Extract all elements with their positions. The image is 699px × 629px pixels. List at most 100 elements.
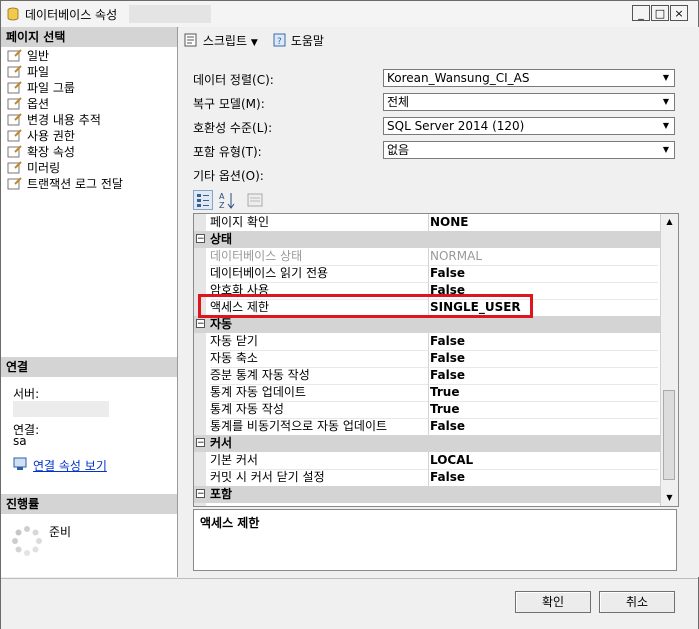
page-item-extended-properties[interactable]: 확장 속성 [5,144,123,160]
help-button[interactable]: ? 도움말 [273,32,324,49]
grid-scrollbar[interactable]: ▲ ▼ [660,214,678,506]
category-label: 자동 [210,317,233,331]
property-pages-icon[interactable] [245,190,265,210]
categorized-icon[interactable] [193,190,213,210]
close-button[interactable]: × [670,5,688,21]
compatibility-level-label: 호환성 수준(L): [193,121,273,135]
category-state[interactable]: − 상태 [194,231,660,248]
page-item-label: 파일 그룹 [27,81,75,95]
grid-row-db-readonly[interactable]: 데이터베이스 읽기 전용 False [194,265,660,283]
connection-header: 연결 [1,357,177,377]
grid-row-default-cursor[interactable]: 기본 커서 LOCAL [194,452,660,470]
property-name: 커밋 시 커서 닫기 설정 [210,469,429,487]
property-name: 통계를 비동기적으로 자동 업데이트 [210,418,429,436]
highlight-box [198,294,533,318]
database-icon [7,7,19,21]
scrollbar-thumb[interactable] [663,390,675,480]
chevron-down-icon: ▼ [662,121,670,130]
property-name: 기본 커서 [210,452,429,470]
svg-text:?: ? [277,37,282,47]
page-icon [7,65,22,78]
property-name: 통계 자동 작성 [210,401,429,419]
page-item-label: 미러링 [27,161,61,175]
collapse-icon: − [196,489,205,499]
maximize-button[interactable]: □ [651,5,669,21]
category-cursor[interactable]: − 커서 [194,435,660,452]
ok-button[interactable]: 확인 [515,591,591,613]
page-item-general[interactable]: 일반 [5,48,123,64]
server-value-redacted [13,401,109,417]
svg-text:Z: Z [219,201,225,210]
property-name: 데이터베이스 상태 [210,248,429,266]
category-containment[interactable]: − 포함 [194,486,660,503]
progress-spinner-icon [12,526,42,556]
property-name: 증분 통계 자동 작성 [210,367,429,385]
script-button[interactable]: 스크립트 ▼ [183,32,258,49]
page-item-filegroups[interactable]: 파일 그룹 [5,80,123,96]
recovery-model-select[interactable]: 전체 ▼ [383,93,675,111]
cancel-button[interactable]: 취소 [599,591,675,613]
containment-type-select[interactable]: 없음 ▼ [383,141,675,159]
connection-value: sa [13,434,27,448]
chevron-down-icon: ▼ [662,97,670,106]
page-item-change-tracking[interactable]: 변경 내용 추적 [5,112,123,128]
collation-select[interactable]: Korean_Wansung_CI_AS ▼ [383,69,675,87]
page-icon [7,49,22,62]
other-options-label: 기타 옵션(O): [193,169,264,183]
category-label: 포함 [210,487,233,501]
page-item-options[interactable]: 옵션 [5,96,123,112]
grid-row-auto-update-stats[interactable]: 통계 자동 업데이트 True [194,384,660,402]
grid-row-close-cursor-on-commit[interactable]: 커밋 시 커서 닫기 설정 False [194,469,660,487]
property-value: False [430,418,658,436]
grid-row-page-verify[interactable]: 페이지 확인 NONE [194,214,660,232]
connection-properties-icon [13,457,27,470]
page-icon [7,161,22,174]
page-icon [7,177,22,190]
page-item-mirroring[interactable]: 미러링 [5,160,123,176]
dropdown-arrow-icon: ▼ [250,38,258,48]
help-icon: ? [273,33,286,47]
property-value: NORMAL [430,248,658,266]
minimize-button[interactable]: _ [632,5,650,21]
recovery-model-label: 복구 모델(M): [193,97,265,111]
property-name: 페이지 확인 [210,214,429,232]
property-value: False [430,469,658,487]
compatibility-level-select[interactable]: SQL Server 2014 (120) ▼ [383,117,675,135]
scroll-up-icon[interactable]: ▲ [662,214,677,229]
property-value: True [430,401,658,419]
progress-status: 준비 [49,525,72,539]
category-label: 커서 [210,436,233,450]
page-item-permissions[interactable]: 사용 권한 [5,128,123,144]
title-bar: 데이터베이스 속성 _ □ × [1,1,698,28]
database-properties-window: 데이터베이스 속성 _ □ × 페이지 선택 일반 파일 파일 그룹 옵션 변경… [0,0,699,629]
server-label: 서버: [13,387,40,401]
property-name: 자동 축소 [210,350,429,368]
recovery-model-value: 전체 [387,95,410,109]
collapse-icon: − [196,438,205,448]
grid-row-auto-incremental-stats[interactable]: 증분 통계 자동 작성 False [194,367,660,385]
grid-row-db-state[interactable]: 데이터베이스 상태 NORMAL [194,248,660,266]
sort-alphabetical-icon[interactable]: AZ [217,190,237,210]
scroll-down-icon[interactable]: ▼ [662,490,677,505]
page-item-log-shipping[interactable]: 트랜잭션 로그 전달 [5,176,123,192]
view-connection-properties-link[interactable]: 연결 속성 보기 [13,457,107,474]
containment-type-value: 없음 [387,143,410,157]
grid-row-auto-update-stats-async[interactable]: 통계를 비동기적으로 자동 업데이트 False [194,418,660,436]
property-value: LOCAL [430,452,658,470]
property-name: 데이터베이스 읽기 전용 [210,265,429,283]
description-panel: 액세스 제한 [193,509,677,571]
page-select-header: 페이지 선택 [1,27,177,47]
property-name: 자동 닫기 [210,333,429,351]
page-icon [7,113,22,126]
description-text: 액세스 제한 [200,516,260,530]
page-icon [7,145,22,158]
category-automatic[interactable]: − 자동 [194,316,660,333]
grid-row-auto-shrink[interactable]: 자동 축소 False [194,350,660,368]
grid-row-auto-close[interactable]: 자동 닫기 False [194,333,660,351]
grid-row-auto-create-stats[interactable]: 통계 자동 작성 True [194,401,660,419]
page-item-label: 옵션 [27,97,50,111]
page-item-label: 일반 [27,49,50,63]
property-value: False [430,265,658,283]
page-item-files[interactable]: 파일 [5,64,123,80]
page-icon [7,81,22,94]
